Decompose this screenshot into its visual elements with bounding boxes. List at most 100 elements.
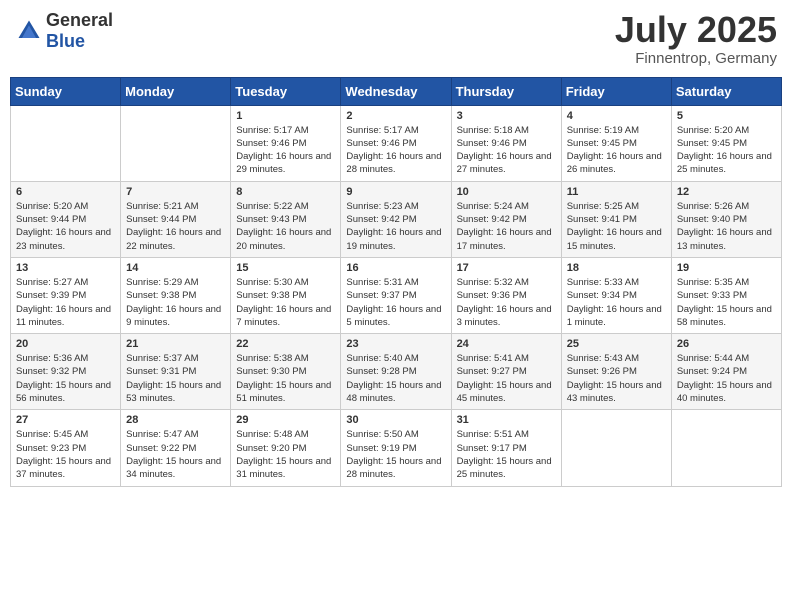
day-number: 30: [346, 414, 445, 426]
day-info: Sunrise: 5:23 AMSunset: 9:42 PMDaylight:…: [346, 200, 445, 253]
day-number: 26: [677, 338, 776, 350]
weekday-header: Tuesday: [231, 77, 341, 105]
calendar-day-cell: 17 Sunrise: 5:32 AMSunset: 9:36 PMDayligh…: [451, 257, 561, 333]
day-info: Sunrise: 5:33 AMSunset: 9:34 PMDaylight:…: [567, 276, 666, 329]
weekday-header: Wednesday: [341, 77, 451, 105]
day-info: Sunrise: 5:25 AMSunset: 9:41 PMDaylight:…: [567, 200, 666, 253]
logo-blue: Blue: [46, 31, 85, 51]
calendar-day-cell: 15 Sunrise: 5:30 AMSunset: 9:38 PMDayligh…: [231, 257, 341, 333]
day-info: Sunrise: 5:20 AMSunset: 9:45 PMDaylight:…: [677, 124, 776, 177]
calendar-day-cell: 27 Sunrise: 5:45 AMSunset: 9:23 PMDayligh…: [11, 410, 121, 486]
page-header: General Blue July 2025 Finnentrop, Germa…: [10, 10, 782, 67]
day-number: 1: [236, 110, 335, 122]
day-number: 14: [126, 262, 225, 274]
calendar-week-row: 20Sunrise: 5:36 AMSunset: 9:32 PMDayligh…: [11, 334, 782, 410]
calendar-week-row: 6 Sunrise: 5:20 AMSunset: 9:44 PMDaylight…: [11, 181, 782, 257]
calendar-day-cell: 7 Sunrise: 5:21 AMSunset: 9:44 PMDaylight…: [121, 181, 231, 257]
day-number: 17: [457, 262, 556, 274]
logo: General Blue: [15, 10, 113, 52]
calendar-week-row: 1 Sunrise: 5:17 AMSunset: 9:46 PMDaylight…: [11, 105, 782, 181]
calendar-day-cell: 22Sunrise: 5:38 AMSunset: 9:30 PMDayligh…: [231, 334, 341, 410]
day-info: Sunrise: 5:31 AMSunset: 9:37 PMDaylight:…: [346, 276, 445, 329]
day-info: Sunrise: 5:20 AMSunset: 9:44 PMDaylight:…: [16, 200, 115, 253]
day-info: Sunrise: 5:43 AMSunset: 9:26 PMDaylight:…: [567, 352, 666, 405]
day-info: Sunrise: 5:45 AMSunset: 9:23 PMDaylight:…: [16, 428, 115, 481]
day-info: Sunrise: 5:50 AMSunset: 9:19 PMDaylight:…: [346, 428, 445, 481]
calendar-day-cell: 6 Sunrise: 5:20 AMSunset: 9:44 PMDaylight…: [11, 181, 121, 257]
calendar-day-cell: 25 Sunrise: 5:43 AMSunset: 9:26 PMDayligh…: [561, 334, 671, 410]
calendar-day-cell: 21Sunrise: 5:37 AMSunset: 9:31 PMDayligh…: [121, 334, 231, 410]
calendar-week-row: 13 Sunrise: 5:27 AMSunset: 9:39 PMDayligh…: [11, 257, 782, 333]
day-info: Sunrise: 5:27 AMSunset: 9:39 PMDaylight:…: [16, 276, 115, 329]
day-number: 5: [677, 110, 776, 122]
calendar-day-cell: 29 Sunrise: 5:48 AMSunset: 9:20 PMDayligh…: [231, 410, 341, 486]
day-number: 13: [16, 262, 115, 274]
calendar-day-cell: 13 Sunrise: 5:27 AMSunset: 9:39 PMDayligh…: [11, 257, 121, 333]
calendar-day-cell: [561, 410, 671, 486]
day-number: 7: [126, 186, 225, 198]
location: Finnentrop, Germany: [615, 50, 777, 67]
day-number: 27: [16, 414, 115, 426]
calendar-day-cell: 28Sunrise: 5:47 AMSunset: 9:22 PMDayligh…: [121, 410, 231, 486]
day-info: Sunrise: 5:19 AMSunset: 9:45 PMDaylight:…: [567, 124, 666, 177]
day-info: Sunrise: 5:44 AMSunset: 9:24 PMDaylight:…: [677, 352, 776, 405]
day-number: 29: [236, 414, 335, 426]
day-number: 18: [567, 262, 666, 274]
calendar-day-cell: 9 Sunrise: 5:23 AMSunset: 9:42 PMDaylight…: [341, 181, 451, 257]
calendar-day-cell: 30 Sunrise: 5:50 AMSunset: 9:19 PMDayligh…: [341, 410, 451, 486]
day-info: Sunrise: 5:21 AMSunset: 9:44 PMDaylight:…: [126, 200, 225, 253]
logo-icon: [15, 17, 43, 45]
weekday-header: Friday: [561, 77, 671, 105]
day-number: 9: [346, 186, 445, 198]
calendar-day-cell: 3 Sunrise: 5:18 AMSunset: 9:46 PMDaylight…: [451, 105, 561, 181]
title-block: July 2025 Finnentrop, Germany: [615, 10, 777, 67]
day-number: 15: [236, 262, 335, 274]
day-number: 23: [346, 338, 445, 350]
day-number: 3: [457, 110, 556, 122]
day-number: 16: [346, 262, 445, 274]
day-number: 12: [677, 186, 776, 198]
day-info: Sunrise: 5:37 AMSunset: 9:31 PMDaylight:…: [126, 352, 225, 405]
day-info: Sunrise: 5:41 AMSunset: 9:27 PMDaylight:…: [457, 352, 556, 405]
calendar-day-cell: 19Sunrise: 5:35 AMSunset: 9:33 PMDayligh…: [671, 257, 781, 333]
weekday-header: Sunday: [11, 77, 121, 105]
day-info: Sunrise: 5:32 AMSunset: 9:36 PMDaylight:…: [457, 276, 556, 329]
day-info: Sunrise: 5:51 AMSunset: 9:17 PMDaylight:…: [457, 428, 556, 481]
calendar-day-cell: [121, 105, 231, 181]
calendar-day-cell: 11 Sunrise: 5:25 AMSunset: 9:41 PMDayligh…: [561, 181, 671, 257]
day-number: 10: [457, 186, 556, 198]
logo-general: General: [46, 10, 113, 30]
day-info: Sunrise: 5:22 AMSunset: 9:43 PMDaylight:…: [236, 200, 335, 253]
weekday-header: Thursday: [451, 77, 561, 105]
calendar-day-cell: 20Sunrise: 5:36 AMSunset: 9:32 PMDayligh…: [11, 334, 121, 410]
day-number: 4: [567, 110, 666, 122]
day-number: 24: [457, 338, 556, 350]
day-number: 19: [677, 262, 776, 274]
calendar-day-cell: 31Sunrise: 5:51 AMSunset: 9:17 PMDayligh…: [451, 410, 561, 486]
day-number: 28: [126, 414, 225, 426]
calendar-day-cell: 12Sunrise: 5:26 AMSunset: 9:40 PMDayligh…: [671, 181, 781, 257]
day-info: Sunrise: 5:18 AMSunset: 9:46 PMDaylight:…: [457, 124, 556, 177]
day-info: Sunrise: 5:48 AMSunset: 9:20 PMDaylight:…: [236, 428, 335, 481]
calendar-day-cell: 8Sunrise: 5:22 AMSunset: 9:43 PMDaylight…: [231, 181, 341, 257]
day-number: 6: [16, 186, 115, 198]
day-info: Sunrise: 5:30 AMSunset: 9:38 PMDaylight:…: [236, 276, 335, 329]
calendar-day-cell: 10Sunrise: 5:24 AMSunset: 9:42 PMDayligh…: [451, 181, 561, 257]
day-number: 20: [16, 338, 115, 350]
weekday-header: Saturday: [671, 77, 781, 105]
day-info: Sunrise: 5:29 AMSunset: 9:38 PMDaylight:…: [126, 276, 225, 329]
calendar-day-cell: 1Sunrise: 5:17 AMSunset: 9:46 PMDaylight…: [231, 105, 341, 181]
calendar-day-cell: 26 Sunrise: 5:44 AMSunset: 9:24 PMDayligh…: [671, 334, 781, 410]
calendar-day-cell: 4 Sunrise: 5:19 AMSunset: 9:45 PMDaylight…: [561, 105, 671, 181]
calendar-day-cell: 18 Sunrise: 5:33 AMSunset: 9:34 PMDayligh…: [561, 257, 671, 333]
day-number: 25: [567, 338, 666, 350]
day-info: Sunrise: 5:17 AMSunset: 9:46 PMDaylight:…: [346, 124, 445, 177]
calendar-day-cell: 16 Sunrise: 5:31 AMSunset: 9:37 PMDayligh…: [341, 257, 451, 333]
calendar-week-row: 27 Sunrise: 5:45 AMSunset: 9:23 PMDayligh…: [11, 410, 782, 486]
calendar-day-cell: [671, 410, 781, 486]
day-number: 2: [346, 110, 445, 122]
day-info: Sunrise: 5:38 AMSunset: 9:30 PMDaylight:…: [236, 352, 335, 405]
weekday-header: Monday: [121, 77, 231, 105]
day-number: 11: [567, 186, 666, 198]
weekday-header-row: SundayMondayTuesdayWednesdayThursdayFrid…: [11, 77, 782, 105]
